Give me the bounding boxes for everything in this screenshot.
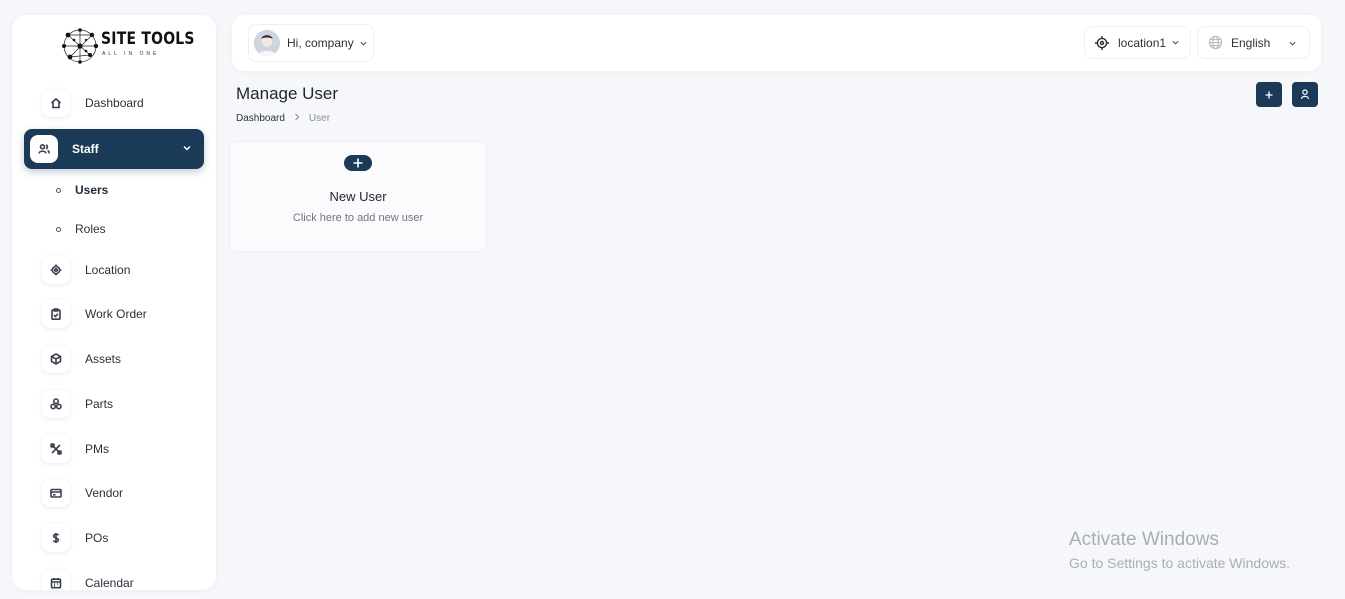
sidebar-subitem-roles[interactable]: Roles	[56, 219, 106, 239]
top-header: Hi, company location1 English	[232, 15, 1321, 71]
sidebar-item-label: Assets	[85, 352, 122, 366]
user-greeting: Hi, company	[287, 36, 354, 50]
sidebar-item-staff[interactable]: Staff	[24, 129, 204, 169]
sidebar-item-work-order[interactable]: Work Order	[24, 294, 204, 334]
chevron-down-icon	[1172, 40, 1179, 45]
language-selector[interactable]: English	[1197, 26, 1310, 59]
logo-subtitle: ALL IN ONE	[102, 51, 160, 57]
sidebar-item-label: Staff	[72, 142, 99, 156]
sidebar-subitem-users[interactable]: Users	[56, 180, 108, 200]
user-profile-button[interactable]	[1292, 82, 1318, 107]
breadcrumb: Dashboard User	[236, 113, 330, 124]
user-icon	[1300, 89, 1310, 100]
sidebar: SITE TOOLS ALL IN ONE Dashboard Staff Us…	[12, 15, 216, 590]
user-menu-button[interactable]: Hi, company	[248, 24, 374, 62]
sidebar-item-label: Parts	[85, 397, 114, 411]
sidebar-subitem-label: Roles	[75, 222, 106, 236]
parts-icon	[42, 390, 70, 418]
sidebar-item-pms[interactable]: PMs	[24, 429, 204, 469]
sidebar-item-calendar[interactable]: Calendar	[24, 563, 204, 590]
home-icon	[42, 89, 70, 117]
sidebar-item-location[interactable]: Location	[24, 250, 204, 290]
breadcrumb-dashboard-link[interactable]: Dashboard	[236, 113, 285, 124]
bullet-icon	[56, 187, 61, 193]
sidebar-item-label: Vendor	[85, 486, 124, 500]
target-icon	[42, 256, 70, 284]
add-button[interactable]	[1256, 82, 1282, 107]
sidebar-item-vendor[interactable]: Vendor	[24, 473, 204, 513]
avatar	[254, 30, 280, 56]
new-user-card[interactable]: New User Click here to add new user	[229, 141, 487, 252]
sidebar-item-label: Location	[85, 263, 131, 277]
new-user-title: New User	[329, 189, 387, 204]
plus-icon	[344, 155, 372, 171]
sidebar-item-parts[interactable]: Parts	[24, 384, 204, 424]
users-icon	[30, 135, 58, 163]
user-avatar-icon	[254, 30, 280, 56]
sidebar-item-label: Work Order	[85, 307, 147, 321]
network-globe-icon	[62, 28, 99, 64]
clipboard-icon	[42, 300, 70, 328]
location-label: location1	[1118, 35, 1167, 50]
sidebar-item-dashboard[interactable]: Dashboard	[24, 83, 204, 123]
chevron-down-icon	[183, 145, 191, 151]
plus-icon	[1265, 91, 1273, 98]
language-label: English	[1231, 35, 1271, 50]
globe-icon	[1208, 35, 1223, 50]
logo-title: SITE TOOLS	[101, 29, 195, 49]
sidebar-item-label: PMs	[85, 442, 109, 456]
sidebar-item-label: Dashboard	[85, 96, 144, 110]
sidebar-item-pos[interactable]: POs	[24, 518, 204, 558]
dollar-icon	[42, 524, 70, 552]
sidebar-item-assets[interactable]: Assets	[24, 339, 204, 379]
vendor-icon	[42, 479, 70, 507]
sidebar-item-label: POs	[85, 531, 109, 545]
target-icon	[1095, 35, 1109, 50]
sidebar-subitem-label: Users	[75, 183, 109, 197]
breadcrumb-current: User	[308, 113, 331, 124]
chevron-down-icon	[1289, 41, 1296, 46]
new-user-subtitle: Click here to add new user	[292, 212, 424, 224]
page-title: Manage User	[236, 84, 339, 103]
location-selector[interactable]: location1	[1084, 26, 1191, 59]
calendar-icon	[42, 569, 70, 590]
activate-windows-title: Activate Windows	[1069, 529, 1219, 550]
chevron-down-icon	[360, 41, 367, 46]
chevron-right-icon	[294, 113, 300, 124]
activate-windows-subtitle: Go to Settings to activate Windows.	[1069, 555, 1290, 571]
sidebar-item-label: Calendar	[85, 576, 134, 590]
box-icon	[42, 345, 70, 373]
tools-icon	[42, 435, 70, 463]
bullet-icon	[56, 226, 61, 232]
site-tools-logo[interactable]: SITE TOOLS ALL IN ONE	[60, 25, 194, 67]
